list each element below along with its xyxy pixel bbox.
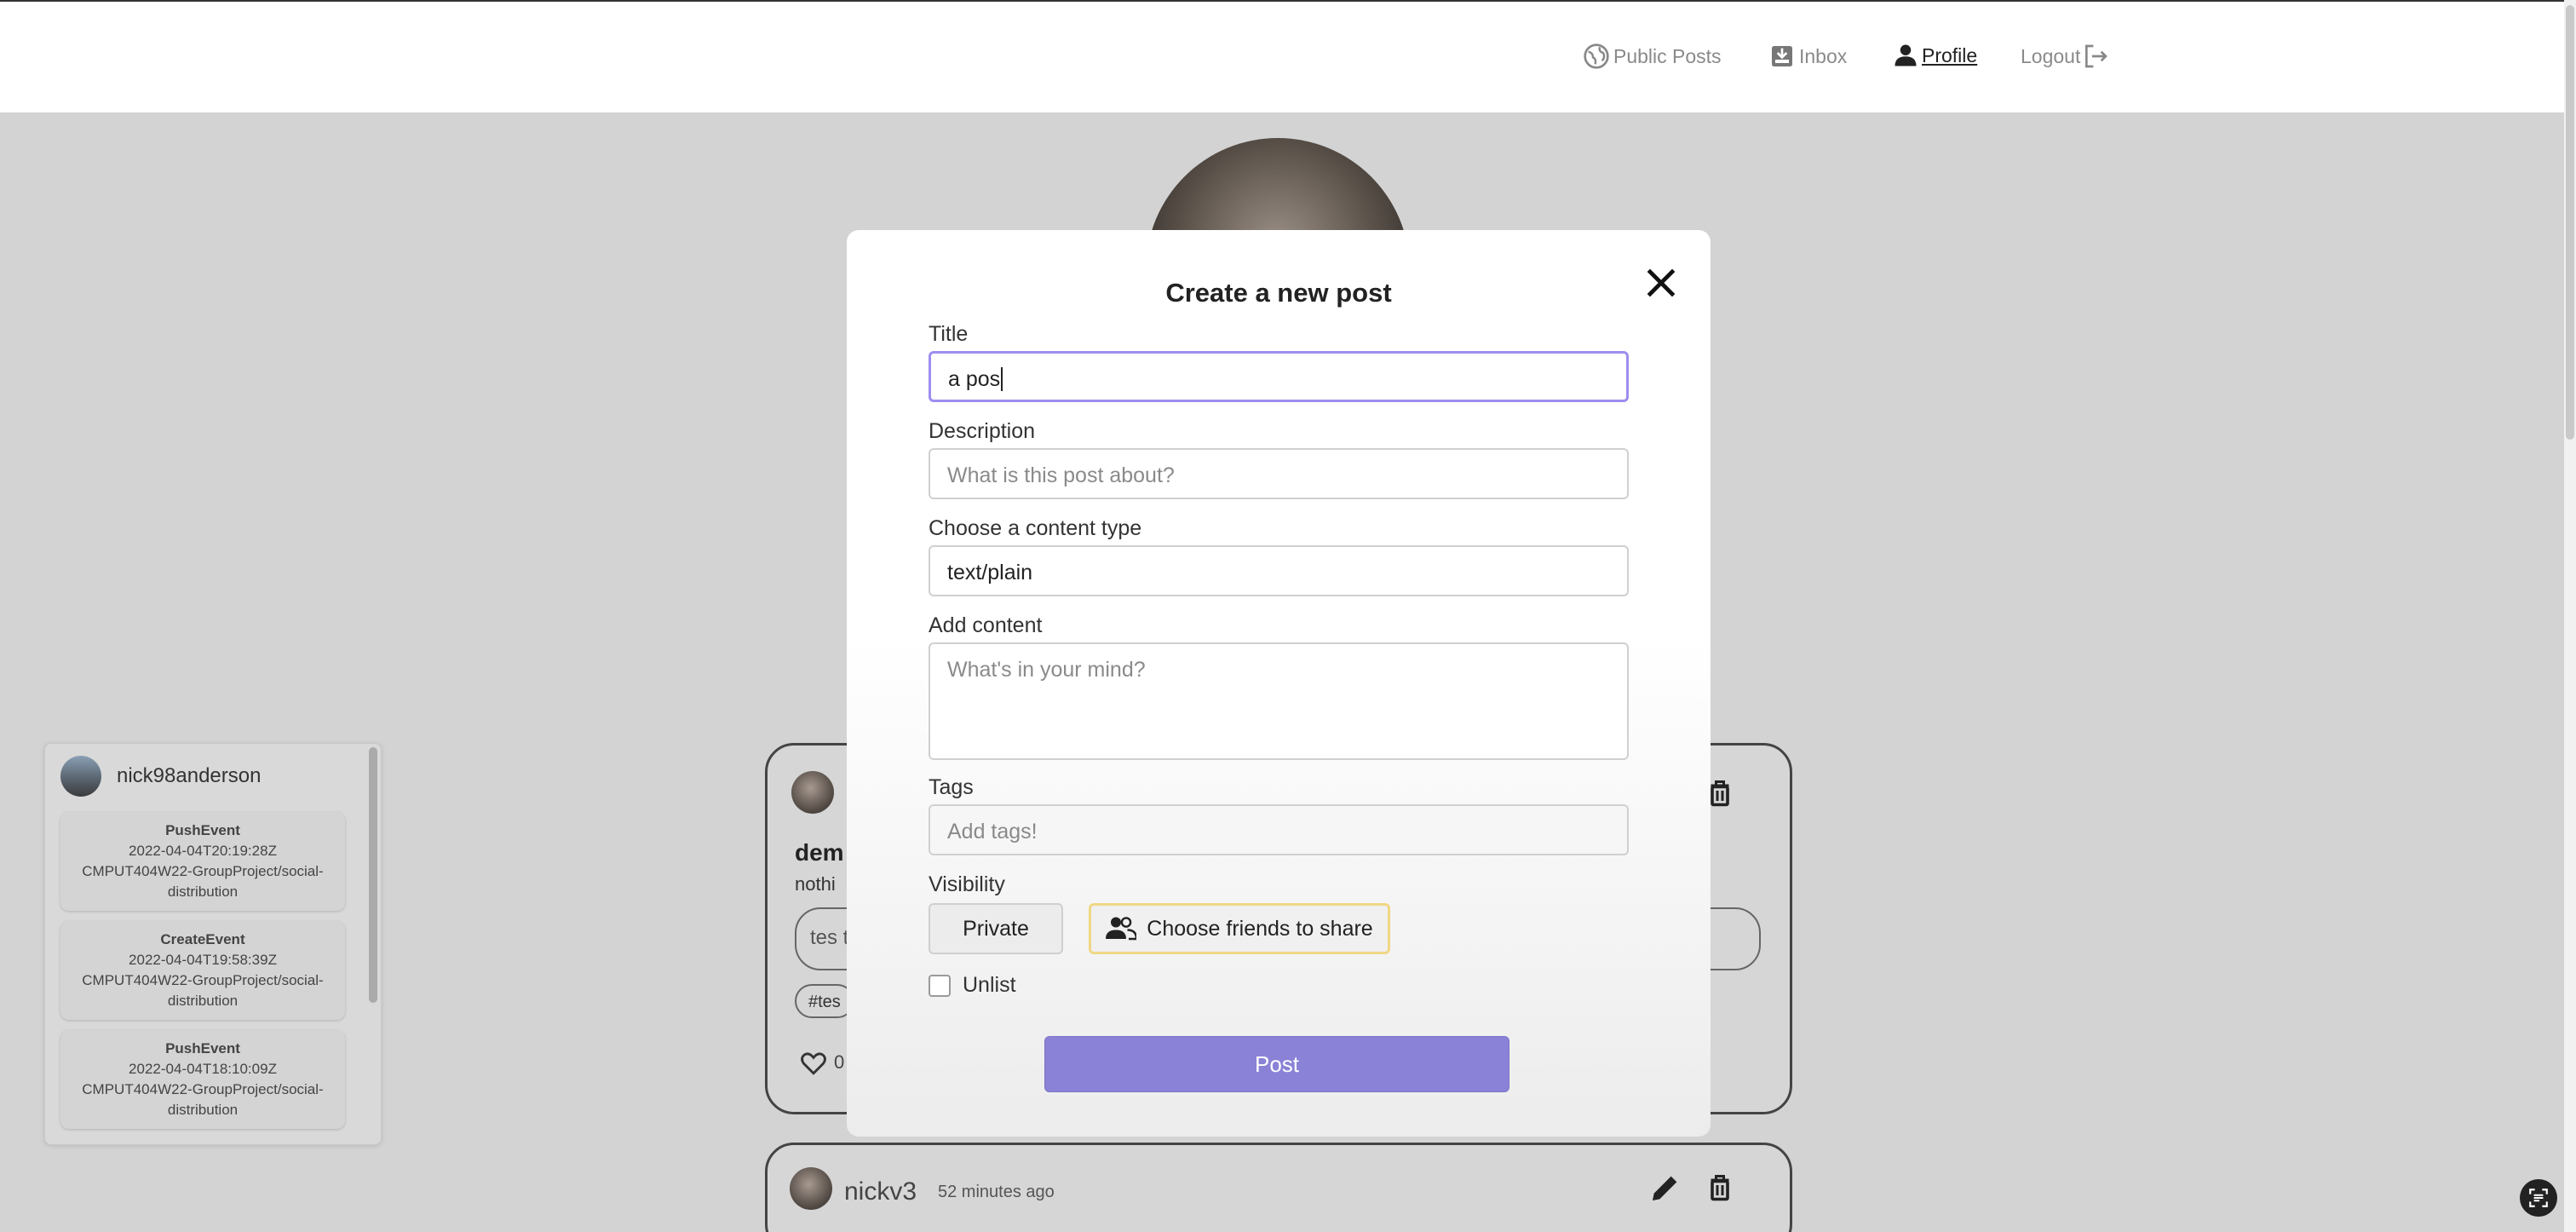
github-event-repo: CMPUT404W22-GroupProject/social-distribu… [82, 972, 324, 1009]
trash-icon [1711, 1175, 1729, 1201]
unlist-checkbox[interactable]: Unlist [929, 973, 1016, 998]
github-panel-scrollbar[interactable] [369, 747, 377, 1003]
private-button[interactable]: Private [929, 903, 1063, 954]
choose-friends-label: Choose friends to share [1147, 916, 1373, 941]
github-event: PushEvent 2022-04-04T20:19:28Z CMPUT404W… [60, 812, 345, 911]
description-input[interactable]: What is this post about? [929, 448, 1629, 499]
post-tag[interactable]: #tes [795, 984, 854, 1018]
nav-public-posts-label: Public Posts [1613, 44, 1722, 67]
github-username: nick98anderson [117, 764, 262, 787]
nav-logout[interactable]: Logout [2021, 43, 2114, 70]
choose-friends-button[interactable]: Choose friends to share [1089, 903, 1390, 954]
github-event-time: 2022-04-04T18:10:09Z [129, 1061, 277, 1077]
private-button-label: Private [963, 916, 1029, 941]
github-event-list: PushEvent 2022-04-04T20:19:28Z CMPUT404W… [60, 812, 345, 1139]
screen-capture-button[interactable] [2520, 1179, 2557, 1217]
nav-profile[interactable]: Profile [1893, 43, 1977, 68]
content-type-select[interactable]: text/plain [929, 545, 1629, 596]
content-textarea[interactable]: What's in your mind? [929, 642, 1629, 760]
title-input-value: a pos [948, 367, 1001, 391]
github-event: PushEvent 2022-04-04T18:10:09Z CMPUT404W… [60, 1030, 345, 1129]
tags-label: Tags [929, 775, 974, 799]
github-event-time: 2022-04-04T19:58:39Z [129, 952, 277, 968]
heart-icon [801, 1052, 826, 1075]
like-count: 0 [834, 1051, 845, 1073]
close-icon [1647, 268, 1676, 297]
visibility-label: Visibility [929, 872, 1005, 896]
github-event-repo: CMPUT404W22-GroupProject/social-distribu… [82, 1081, 324, 1118]
pencil-icon [1653, 1176, 1677, 1200]
page-scrollbar-thumb[interactable] [2566, 5, 2574, 440]
close-button[interactable] [1642, 264, 1680, 302]
people-icon [1106, 917, 1137, 941]
post-author-avatar [790, 1167, 832, 1210]
post-title: dem [795, 839, 844, 866]
logout-icon [2085, 44, 2108, 68]
tags-input[interactable]: Add tags! [929, 804, 1629, 855]
nav-profile-label: Profile [1922, 43, 1978, 66]
post-button[interactable]: Post [1044, 1036, 1509, 1092]
post-description: nothi [795, 873, 836, 895]
edit-button[interactable] [1648, 1171, 1682, 1209]
checkbox-box[interactable] [929, 974, 951, 997]
unlist-label: Unlist [963, 973, 1016, 997]
github-activity-panel: nick98anderson PushEvent 2022-04-04T20:1… [44, 743, 382, 1145]
title-label: Title [929, 322, 969, 346]
like-button[interactable]: 0 [798, 1048, 844, 1077]
nav-public-posts[interactable]: Public Posts [1583, 43, 1722, 70]
github-user-header: nick98anderson [60, 756, 261, 797]
nav-inbox-label: Inbox [1799, 44, 1848, 67]
github-event-repo: CMPUT404W22-GroupProject/social-distribu… [82, 863, 324, 900]
github-event-type: PushEvent [165, 1040, 240, 1056]
scan-text-icon [2529, 1189, 2548, 1207]
content-type-label: Choose a content type [929, 516, 1142, 540]
github-avatar [60, 756, 101, 797]
github-event: CreateEvent 2022-04-04T19:58:39Z CMPUT40… [60, 921, 345, 1020]
post-card: nickv3 52 minutes ago [765, 1143, 1792, 1232]
top-nav-bar: Public Posts Inbox Profile Logout [0, 0, 2564, 112]
github-event-time: 2022-04-04T20:19:28Z [129, 843, 277, 859]
create-post-modal: Create a new post Title a pos Descriptio… [847, 230, 1711, 1137]
modal-title: Create a new post [1165, 278, 1392, 308]
page-scrollbar[interactable] [2564, 0, 2576, 1232]
inbox-icon [1772, 46, 1792, 66]
post-timestamp: 52 minutes ago [938, 1183, 1055, 1201]
nav-logout-label: Logout [2021, 44, 2081, 67]
text-cursor [1001, 367, 1003, 391]
post-author-name[interactable]: nickv3 [844, 1177, 917, 1206]
content-label: Add content [929, 613, 1043, 637]
globe-icon [1584, 43, 1609, 69]
github-event-type: CreateEvent [160, 931, 245, 947]
description-label: Description [929, 419, 1036, 443]
person-icon [1895, 44, 1917, 66]
post-button-label: Post [1254, 1051, 1300, 1077]
delete-button[interactable] [1705, 1171, 1735, 1209]
title-input[interactable]: a pos [929, 351, 1629, 402]
post-author-avatar [791, 771, 834, 814]
nav-inbox[interactable]: Inbox [1768, 43, 1847, 70]
github-event-type: PushEvent [165, 822, 240, 838]
